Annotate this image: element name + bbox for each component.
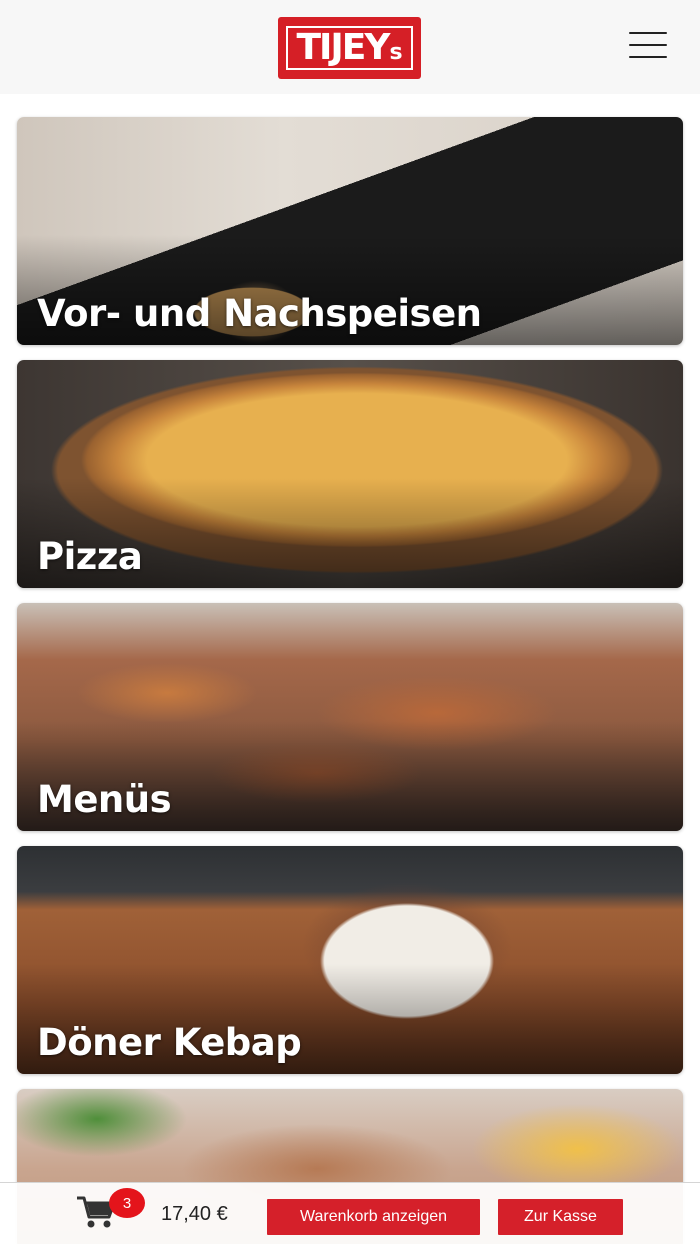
cart-count-badge: 3 [109,1188,145,1218]
checkout-button[interactable]: Zur Kasse [498,1199,623,1235]
menu-line [629,56,667,58]
hamburger-menu-icon[interactable] [623,28,673,62]
menu-line [629,32,667,34]
category-card-menus[interactable]: Menüs [17,603,683,831]
logo-text: TIJEY [296,27,390,68]
category-label: Menüs [37,778,172,821]
cart-total: 17,40 € [161,1203,228,1225]
logo-frame: TIJEY s [286,26,413,70]
tijeys-logo[interactable]: TIJEY s [278,17,421,79]
category-label: Vor- und Nachspeisen [37,292,482,335]
category-label: Pizza [37,535,143,578]
site-header: TIJEY s [0,0,700,94]
category-label: Döner Kebap [37,1021,302,1064]
category-card-pizza[interactable]: Pizza [17,360,683,588]
menu-line [629,44,667,46]
category-card-doner-kebap[interactable]: Döner Kebap [17,846,683,1074]
show-cart-button[interactable]: Warenkorb anzeigen [267,1199,480,1235]
cart-bar: 3 17,40 € Warenkorb anzeigen Zur Kasse [0,1182,700,1244]
logo-suffix: s [389,40,403,65]
category-card-desserts[interactable]: Vor- und Nachspeisen [17,117,683,345]
